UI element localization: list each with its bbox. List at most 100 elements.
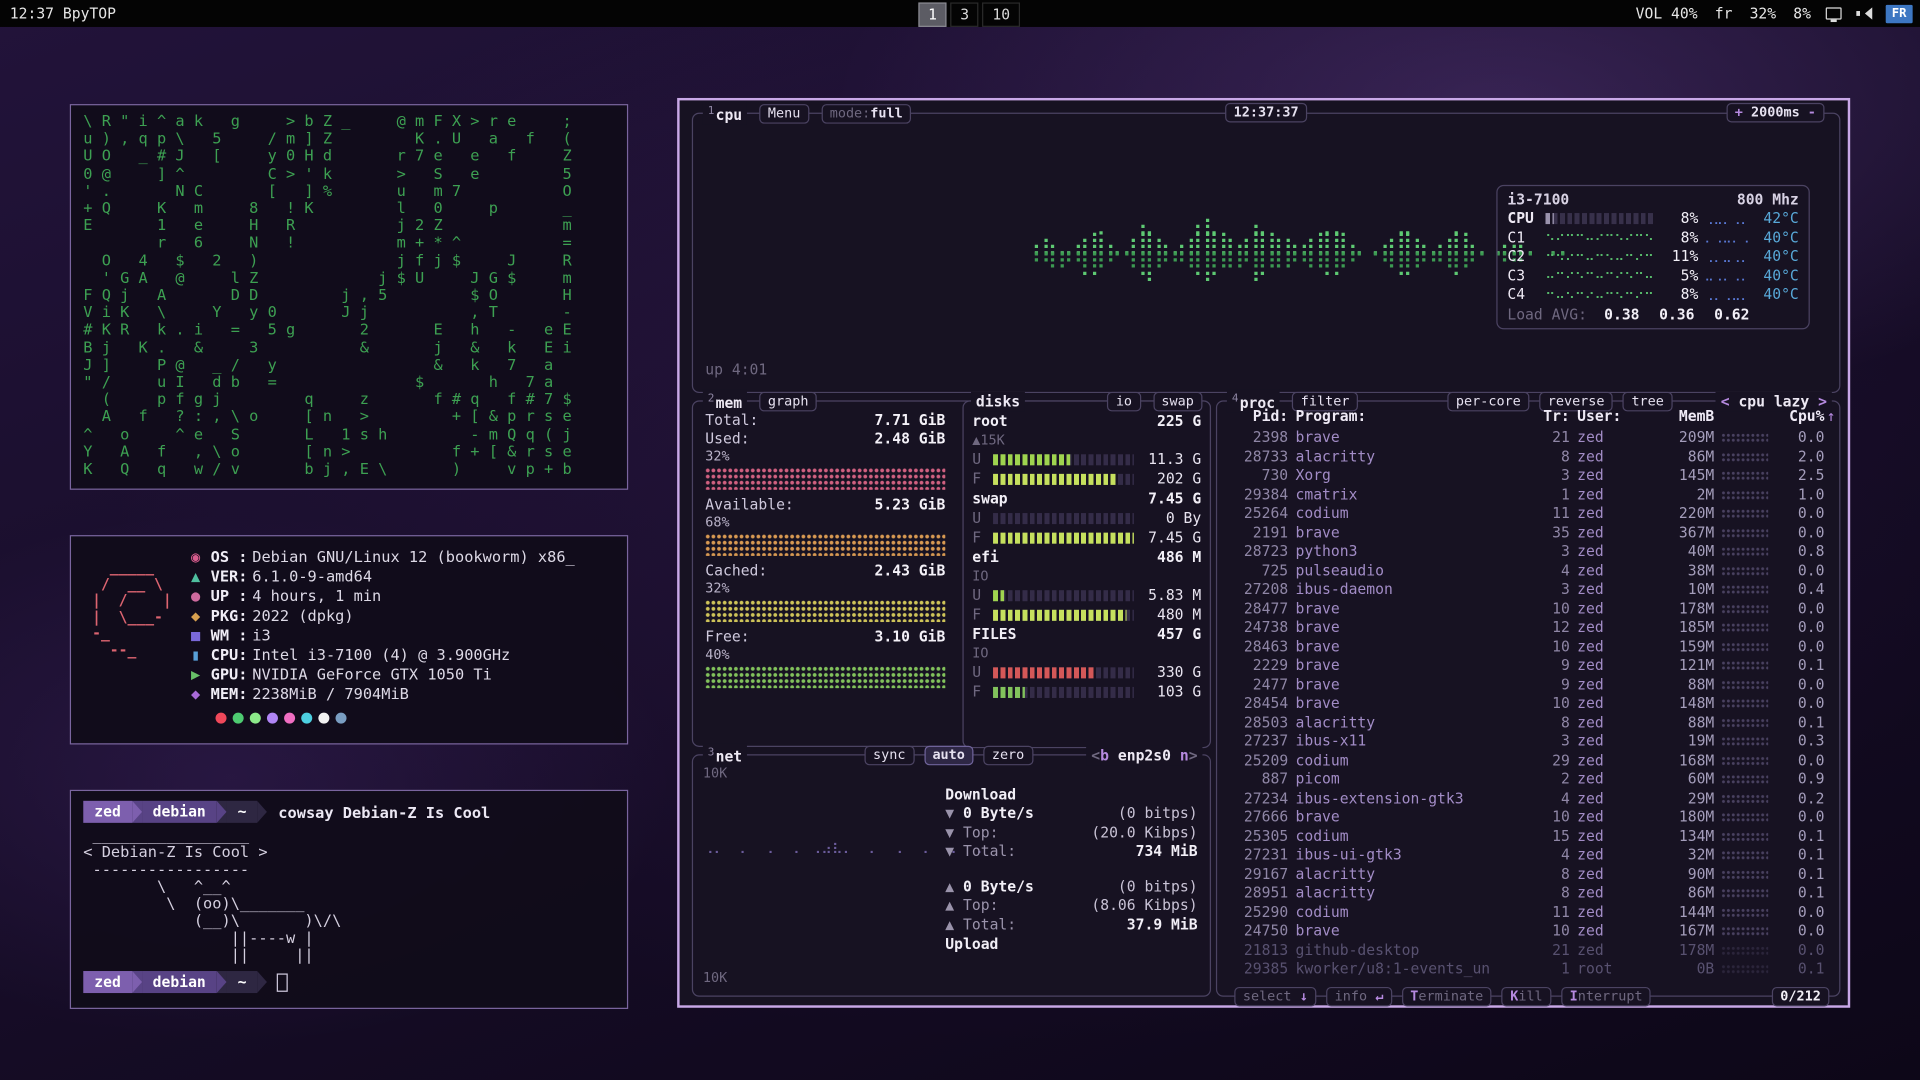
proc-action-button[interactable]: Terminate — [1402, 987, 1492, 1007]
process-row[interactable]: 2229 brave 9 zed 121M 0.1 — [1227, 656, 1825, 675]
proc-action-button[interactable]: Kill — [1502, 987, 1552, 1007]
process-row[interactable]: 29167 alacritty 8 zed 90M 0.1 — [1227, 865, 1825, 884]
proc-program: brave — [1296, 637, 1529, 656]
proc-pid: 2477 — [1227, 675, 1288, 694]
proc-action-button[interactable]: Interrupt — [1561, 987, 1651, 1007]
process-row[interactable]: 25305 codium 15 zed 134M 0.1 — [1227, 827, 1825, 846]
proc-cpu: 2.0 — [1776, 448, 1825, 467]
proc-mem: 178M — [1658, 599, 1714, 618]
process-row[interactable]: 28463 brave 10 zed 159M 0.0 — [1227, 637, 1825, 656]
disk-name: efi — [972, 547, 999, 567]
proc-action-button[interactable]: info ↵ — [1326, 987, 1392, 1007]
core-row: C3 ⠤⠒⠔⠢⠒⠤⠒⠔⠢⠒⠤⠒⠔ 5% ⣀⢀⡀⢀⡀ 40°C — [1507, 266, 1798, 285]
proc-threads: 15 — [1536, 827, 1570, 846]
proc-mem: 0B — [1658, 960, 1714, 979]
display-icon — [1826, 7, 1842, 19]
io-mode-button[interactable]: io — [1107, 391, 1140, 411]
mem-box: 2mem graph Total: 7.71 GiB Used:2.48 GiB… — [692, 400, 1211, 747]
prompt-line: zeddebian~ cowsay Debian-Z Is Cool — [83, 801, 614, 823]
keyboard-layout-badge[interactable]: FR — [1886, 4, 1913, 22]
proc-program: kworker/u8:1-events_un — [1296, 960, 1529, 979]
scroll-up-icon[interactable]: ↑ — [1827, 408, 1836, 425]
proc-cpu: 0.0 — [1776, 694, 1825, 713]
proc-pid: 27231 — [1227, 846, 1288, 865]
core-temp: 40°C — [1755, 248, 1799, 265]
proc-pid: 29384 — [1227, 486, 1288, 505]
proc-mem: 159M — [1658, 637, 1714, 656]
proc-mem: 145M — [1658, 467, 1714, 486]
proc-cpu-graph — [1722, 472, 1769, 481]
process-row[interactable]: 25209 codium 29 zed 168M 0.0 — [1227, 751, 1825, 770]
process-row[interactable]: 28477 brave 10 zed 178M 0.0 — [1227, 599, 1825, 618]
proc-mem: 134M — [1658, 827, 1714, 846]
process-row[interactable]: 887 picom 2 zed 60M 0.9 — [1227, 770, 1825, 789]
workspace-button[interactable]: 10 — [983, 2, 1020, 26]
proc-user: zed — [1577, 732, 1650, 751]
process-row[interactable]: 27237 ibus-x11 3 zed 19M 0.3 — [1227, 732, 1825, 751]
process-row[interactable]: 24750 brave 10 zed 167M 0.0 — [1227, 922, 1825, 941]
proc-user: zed — [1577, 922, 1650, 941]
proc-cpu: 0.1 — [1776, 656, 1825, 675]
graph-toggle-button[interactable]: graph — [759, 391, 817, 411]
proc-action-button[interactable]: select ↓ — [1234, 987, 1316, 1007]
process-row[interactable]: 28723 python3 3 zed 40M 0.8 — [1227, 542, 1825, 561]
cpu-box-title: 1cpu — [703, 102, 747, 125]
process-row[interactable]: 29385 kworker/u8:1-events_un 1 root 0B 0… — [1227, 960, 1825, 979]
net-row: ▼ 0 Byte/s(0 bitps) — [945, 804, 1197, 823]
info-value: 2238MiB / 7904MiB — [252, 684, 409, 702]
process-row[interactable]: 28503 alacritty 8 zed 88M 0.1 — [1227, 713, 1825, 732]
process-row[interactable]: 27231 ibus-ui-gtk3 4 zed 32M 0.1 — [1227, 846, 1825, 865]
net-mode-button[interactable]: auto — [924, 745, 974, 765]
process-row[interactable]: 27666 brave 10 zed 180M 0.0 — [1227, 808, 1825, 827]
mode-button[interactable]: mode:full — [821, 103, 911, 123]
process-row[interactable]: 25290 codium 11 zed 144M 0.0 — [1227, 903, 1825, 922]
process-row[interactable]: 27234 ibus-extension-gtk3 4 zed 29M 0.2 — [1227, 789, 1825, 808]
net-row: ▲ Total:37.9 MiB — [945, 915, 1197, 934]
refresh-interval-control[interactable]: + 2000ms - — [1726, 103, 1824, 123]
prompt-input-line[interactable]: zeddebian~ — [83, 971, 614, 993]
process-row[interactable]: 730 Xorg 3 zed 145M 2.5 — [1227, 467, 1825, 486]
process-row[interactable]: 28454 brave 10 zed 148M 0.0 — [1227, 694, 1825, 713]
proc-threads: 11 — [1536, 903, 1570, 922]
process-row[interactable]: 21813 github-desktop 21 zed 178M 0.0 — [1227, 941, 1825, 960]
net-mode-button[interactable]: zero — [983, 745, 1033, 765]
proc-mem: 148M — [1658, 694, 1714, 713]
prompt-path: ~ — [227, 971, 258, 993]
net-mode-button[interactable]: sync — [864, 745, 914, 765]
proc-program: brave — [1296, 675, 1529, 694]
up-arrow-icon: ▲ — [945, 896, 954, 913]
workspace-button[interactable]: 1 — [918, 2, 946, 26]
process-row[interactable]: 25264 codium 11 zed 220M 0.0 — [1227, 504, 1825, 523]
interface-selector[interactable]: <b enp2s0 n> — [1086, 745, 1202, 765]
matrix-line: A f ? : , \ o [ n > + [ & p r s e — [83, 408, 614, 425]
process-row[interactable]: 725 pulseaudio 4 zed 38M 0.0 — [1227, 561, 1825, 580]
workspace-button[interactable]: 3 — [950, 2, 978, 26]
process-row[interactable]: 2191 brave 35 zed 367M 0.0 — [1227, 523, 1825, 542]
matrix-line: # K R k . i = 5 g 2 E h - e E — [83, 321, 614, 338]
powerline-separator-icon — [257, 971, 267, 993]
proc-program: Xorg — [1296, 467, 1529, 486]
proc-cpu: 0.1 — [1776, 884, 1825, 903]
proc-program: github-desktop — [1296, 941, 1529, 960]
matrix-line: r 6 N ! m + * ^ = — [83, 234, 614, 251]
process-row[interactable]: 24738 brave 12 zed 185M 0.0 — [1227, 618, 1825, 637]
proc-cpu-graph — [1722, 889, 1769, 898]
process-row[interactable]: 28733 alacritty 8 zed 86M 2.0 — [1227, 448, 1825, 467]
proc-cpu: 0.1 — [1776, 865, 1825, 884]
proc-user: zed — [1577, 694, 1650, 713]
process-row[interactable]: 27208 ibus-daemon 3 zed 10M 0.4 — [1227, 580, 1825, 599]
process-row[interactable]: 28951 alacritty 8 zed 86M 0.1 — [1227, 884, 1825, 903]
menu-button[interactable]: Menu — [759, 103, 809, 123]
swap-toggle-button[interactable]: swap — [1153, 391, 1203, 411]
proc-cpu-graph — [1722, 529, 1769, 538]
desktop: 12:37 BpyTOP 1310 VOL 40%fr32%8% FR \ R … — [0, 0, 1920, 1080]
process-row[interactable]: 2477 brave 9 zed 88M 0.0 — [1227, 675, 1825, 694]
process-row[interactable]: 2398 brave 21 zed 209M 0.0 — [1227, 429, 1825, 448]
proc-program: python3 — [1296, 542, 1529, 561]
process-row[interactable]: 29384 cmatrix 1 zed 2M 1.0 — [1227, 486, 1825, 505]
proc-cpu-graph — [1722, 794, 1769, 803]
proc-threads: 21 — [1536, 429, 1570, 448]
down-arrow-icon: ▼ — [945, 804, 954, 821]
proc-pid: 28503 — [1227, 713, 1288, 732]
status-item: 32% — [1750, 5, 1777, 22]
